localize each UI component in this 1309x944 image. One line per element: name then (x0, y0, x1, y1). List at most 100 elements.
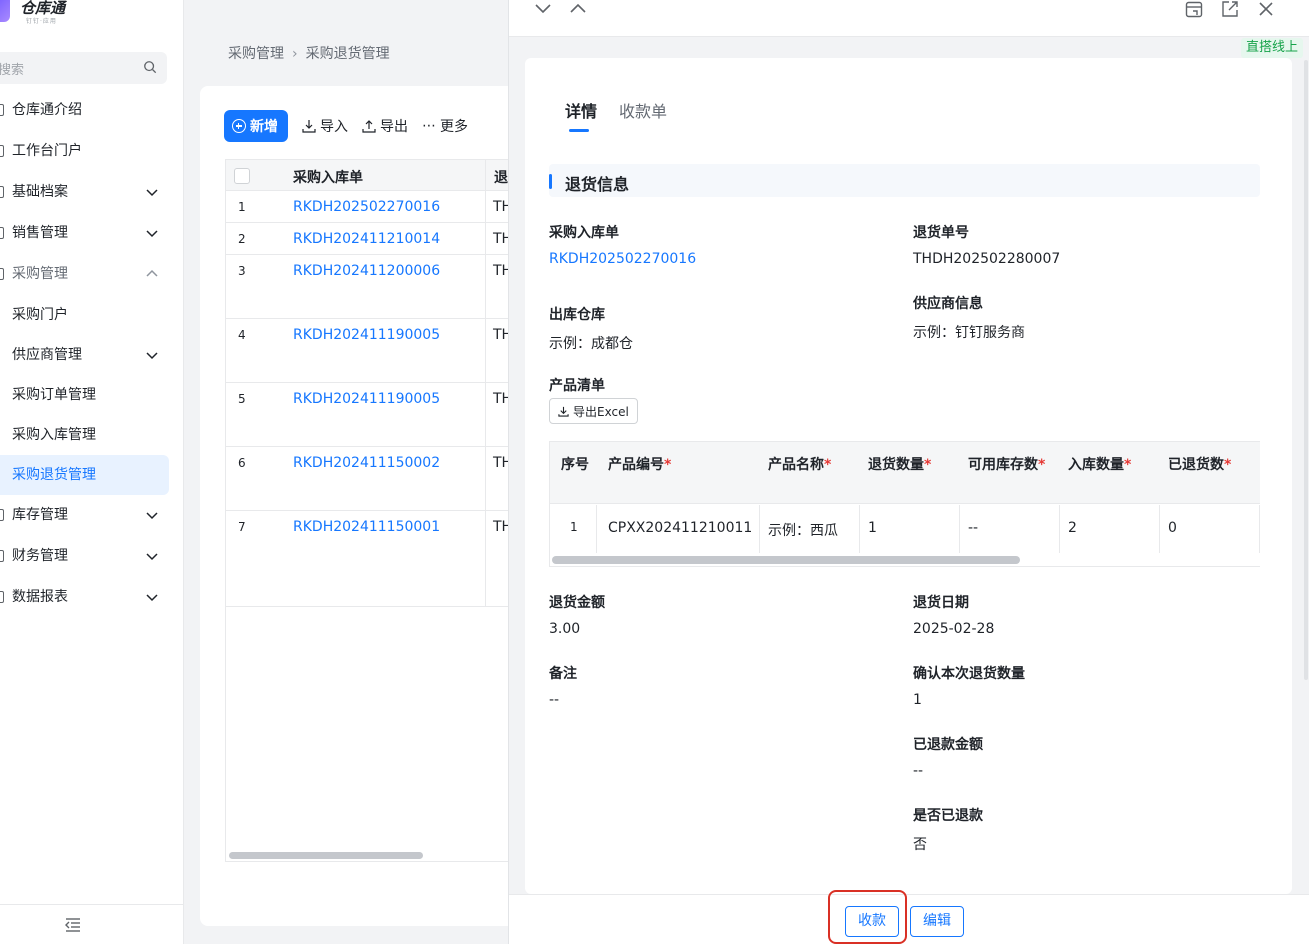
column-header: 采购入库单 (293, 170, 363, 186)
import-button[interactable]: 导入 (302, 116, 348, 136)
row-link[interactable]: RKDH202411150001 (293, 519, 440, 535)
section-title: 退货信息 (565, 175, 630, 194)
row-link[interactable]: RKDH202411200006 (293, 263, 440, 279)
confirm-qty-value: 1 (913, 692, 922, 708)
row-link[interactable]: RKDH202411210014 (293, 231, 440, 247)
refunded-amount-value: -- (913, 763, 924, 779)
sidebar-search[interactable]: 搜索 (0, 52, 167, 84)
menu-item-purchase-portal[interactable]: 采购门户 (0, 295, 184, 335)
menu-item-supplier[interactable]: 供应商管理 (0, 335, 184, 375)
chevron-up-icon (146, 269, 158, 277)
row-link[interactable]: RKDH202411150002 (293, 455, 440, 471)
table-row[interactable]: 6 RKDH202411150002 TH (226, 447, 510, 511)
menu-item-basic-archive[interactable]: 基础档案 (0, 172, 184, 213)
product-table-header: 序号 产品编号* 产品名称* 退货数量* 可用库存数* 入库数量* 已退货数* (550, 442, 1260, 504)
column-header: 入库数量* (1068, 457, 1132, 473)
detail-card: 详情 收款单 退货信息 采购入库单 RKDH202502270016 退货单号 … (525, 58, 1292, 894)
search-icon[interactable] (143, 60, 157, 74)
menu-icon (0, 550, 4, 562)
column-header: 产品名称* (768, 457, 832, 473)
menu-item-inventory[interactable]: 库存管理 (0, 495, 184, 536)
menu-icon (0, 591, 4, 603)
column-header: 已退货数* (1168, 457, 1232, 473)
breadcrumb-parent[interactable]: 采购管理 (228, 46, 284, 62)
menu-icon (0, 145, 4, 157)
download-icon (558, 406, 569, 417)
row-link[interactable]: RKDH202411190005 (293, 391, 440, 407)
purchase-in-link[interactable]: RKDH202502270016 (549, 251, 696, 267)
warehouse-value: 示例：成都仓 (549, 336, 633, 352)
column-header: 退 (494, 170, 508, 186)
drawer-footer: 收款 编辑 (509, 890, 1309, 944)
field-label: 是否已退款 (913, 808, 983, 824)
menu-item-purchase-return[interactable]: 采购退货管理 (0, 455, 169, 495)
chevron-up-icon[interactable] (569, 0, 587, 18)
table-row[interactable]: 7 RKDH202411150001 TH (226, 511, 510, 607)
detail-tabs: 详情 收款单 (565, 98, 667, 132)
is-refunded-value: 否 (913, 837, 927, 853)
environment-badge: 直搭线上 (1240, 38, 1303, 58)
table-row[interactable]: 3 RKDH202411200006 TH (226, 255, 510, 319)
field-label: 备注 (549, 666, 577, 682)
drawer-scrollbar[interactable] (1304, 60, 1308, 680)
field-label: 采购入库单 (549, 225, 619, 241)
collect-payment-button[interactable]: 收款 (845, 906, 899, 937)
table-row[interactable]: 2 RKDH202411210014 TH (226, 223, 510, 255)
plus-circle-icon (232, 119, 246, 133)
sidebar: 仓库通 钉钉·应用 搜索 仓库通介绍 工作台门户 基础档案 销售管理 采购管理 … (0, 0, 184, 944)
menu-item-purchase-inbound[interactable]: 采购入库管理 (0, 415, 184, 455)
column-header: 产品编号* (608, 457, 672, 473)
row-link[interactable]: RKDH202411190005 (293, 327, 440, 343)
download-icon (302, 120, 316, 133)
export-button[interactable]: 导出 (362, 116, 408, 136)
table-header: 采购入库单 退 (226, 160, 510, 191)
menu-item-intro[interactable]: 仓库通介绍 (0, 90, 184, 131)
edit-button[interactable]: 编辑 (910, 906, 964, 937)
remark-value: -- (549, 692, 560, 708)
close-icon[interactable] (1257, 0, 1275, 18)
table-horizontal-scrollbar[interactable] (229, 852, 423, 859)
column-header: 退货数量* (868, 457, 932, 473)
chevron-down-icon (146, 512, 158, 520)
ellipsis-icon: ⋯ (422, 118, 436, 134)
app-logo[interactable]: 仓库通 钉钉·应用 (0, 0, 186, 30)
product-table: 序号 产品编号* 产品名称* 退货数量* 可用库存数* 入库数量* 已退货数* … (549, 441, 1260, 567)
product-table-scrollbar[interactable] (552, 556, 1020, 564)
breadcrumb-current: 采购退货管理 (305, 46, 390, 62)
tab-details[interactable]: 详情 (565, 98, 597, 132)
search-placeholder: 搜索 (0, 63, 25, 78)
row-link[interactable]: RKDH202502270016 (293, 199, 440, 215)
menu-item-purchase-order[interactable]: 采购订单管理 (0, 375, 184, 415)
open-window-icon[interactable] (1185, 1, 1203, 19)
select-all-checkbox[interactable] (234, 168, 250, 184)
field-label: 退货日期 (913, 595, 969, 611)
chevron-down-icon[interactable] (534, 0, 552, 18)
menu-item-sales[interactable]: 销售管理 (0, 213, 184, 254)
more-button[interactable]: ⋯ 更多 (422, 116, 468, 136)
supplier-value: 示例：钉钉服务商 (913, 325, 1025, 341)
drawer-header (509, 0, 1309, 37)
chevron-down-icon (146, 594, 158, 602)
field-label: 供应商信息 (913, 296, 983, 312)
detail-drawer: 直搭线上 详情 收款单 退货信息 采购入库单 RKDH202502270016 … (508, 0, 1309, 944)
table-row[interactable]: 4 RKDH202411190005 TH (226, 319, 510, 383)
field-label: 退货单号 (913, 225, 969, 241)
table-row[interactable]: 1 RKDH202502270016 TH (226, 191, 510, 223)
upload-icon (362, 120, 376, 133)
tab-receipts[interactable]: 收款单 (619, 98, 667, 122)
export-excel-button[interactable]: 导出Excel (549, 398, 638, 424)
menu-item-finance[interactable]: 财务管理 (0, 536, 184, 577)
menu-icon (0, 227, 4, 239)
menu-item-workbench[interactable]: 工作台门户 (0, 131, 184, 172)
menu-item-reports[interactable]: 数据报表 (0, 577, 184, 618)
table-row[interactable]: 5 RKDH202411190005 TH (226, 383, 510, 447)
column-header: 可用库存数* (968, 457, 1046, 473)
field-label: 退货金额 (549, 595, 605, 611)
collapse-sidebar-icon[interactable] (64, 917, 82, 933)
menu-item-purchase[interactable]: 采购管理 (0, 254, 184, 295)
list-toolbar: 新增 导入 导出 ⋯ 更多 (224, 110, 468, 142)
add-button[interactable]: 新增 (224, 110, 288, 142)
chevron-right-icon: › (292, 46, 298, 62)
sidebar-collapse-bar (0, 904, 184, 944)
external-link-icon[interactable] (1221, 0, 1239, 18)
